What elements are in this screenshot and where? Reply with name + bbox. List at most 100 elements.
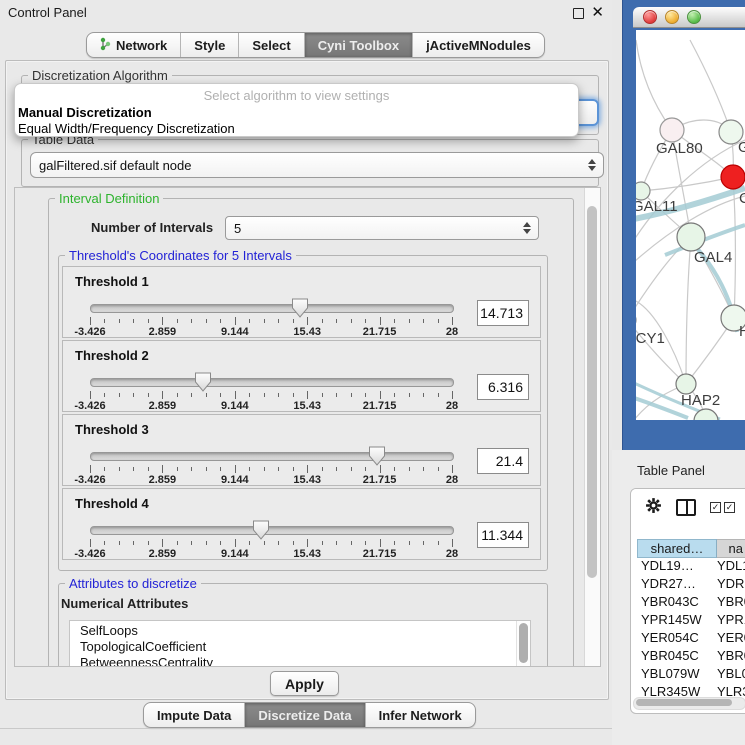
threshold-value-field[interactable]: 11.344: [477, 522, 529, 548]
network-node[interactable]: [660, 118, 684, 142]
threshold-label: Threshold 1: [75, 274, 149, 289]
tick-mark: [220, 319, 221, 323]
attribute-list-item[interactable]: SelfLoops: [80, 623, 530, 639]
zoom-traffic-icon[interactable]: [687, 10, 701, 24]
tick-mark: [322, 541, 323, 545]
tab-cyni-toolbox[interactable]: Cyni Toolbox: [305, 33, 413, 57]
threshold-panel-3: Threshold 3 -3.4262.8599.14415.4321.7152…: [62, 414, 541, 486]
table-row[interactable]: YBL079W YBL0: [637, 666, 745, 684]
checkbox-icon[interactable]: ✓: [710, 502, 721, 513]
tick-mark: [162, 539, 163, 547]
numerical-attributes-list[interactable]: SelfLoopsTopologicalCoefficientBetweenne…: [69, 620, 531, 667]
gear-icon[interactable]: [645, 497, 662, 517]
scrollbar-thumb[interactable]: [636, 699, 732, 706]
scale-label: -3.426: [74, 400, 105, 412]
tick-mark: [162, 391, 163, 399]
tick-mark: [148, 393, 149, 397]
tick-mark: [336, 393, 337, 397]
threshold-slider[interactable]: [90, 304, 454, 313]
scrollbar-thumb[interactable]: [587, 206, 597, 578]
table-row[interactable]: YER054C YER0: [637, 630, 745, 648]
apply-button[interactable]: Apply: [270, 671, 339, 696]
threshold-value-field[interactable]: 14.713: [477, 300, 529, 326]
tick-mark: [452, 465, 453, 473]
control-panel-window: Control Panel ✕ Network Style Select Cyn…: [0, 0, 612, 745]
tick-mark: [249, 541, 250, 545]
tick-mark: [104, 393, 105, 397]
scale-label-row: -3.4262.8599.14415.4321.71528: [90, 326, 452, 338]
interval-definition-group: Interval Definition Number of Intervals …: [48, 198, 574, 667]
algorithm-option-equal-width[interactable]: Equal Width/Frequency Discretization: [15, 121, 578, 137]
tick-mark: [394, 393, 395, 397]
tick-mark: [351, 541, 352, 545]
tab-select[interactable]: Select: [239, 33, 304, 57]
tick-mark: [438, 467, 439, 471]
algorithm-placeholder-option[interactable]: Select algorithm to view settings: [15, 88, 578, 105]
table-row[interactable]: YBR043C YBR0: [637, 594, 745, 612]
tick-mark: [322, 319, 323, 323]
table-row[interactable]: YPR145W YPR1: [637, 612, 745, 630]
threshold-slider[interactable]: [90, 452, 454, 461]
network-view-window[interactable]: GAL80GACGAL11GAL4GCY1HHAP2: [622, 0, 745, 450]
network-canvas[interactable]: GAL80GACGAL11GAL4GCY1HHAP2: [636, 30, 745, 420]
threshold-value-field[interactable]: 6.316: [477, 374, 529, 400]
interval-definition-label: Interval Definition: [55, 191, 163, 206]
tick-mark: [409, 319, 410, 323]
column-header-shared[interactable]: shared…: [637, 539, 717, 558]
column-header-name[interactable]: na: [717, 539, 745, 558]
threshold-slider[interactable]: [90, 526, 454, 535]
threshold-slider[interactable]: [90, 378, 454, 387]
tab-infer-network[interactable]: Infer Network: [366, 703, 475, 727]
minimize-traffic-icon[interactable]: [665, 10, 679, 24]
network-node-label: GAL80: [656, 140, 703, 157]
table-data-combobox[interactable]: galFiltered.sif default node: [30, 152, 604, 178]
scale-label: 21.715: [363, 400, 397, 412]
number-of-intervals-label: Number of Intervals: [91, 220, 213, 235]
table-rows: YDL19… YDL1YDR27… YDR2YBR043C YBR0YPR145…: [637, 558, 745, 699]
algorithm-option-manual[interactable]: Manual Discretization: [15, 105, 578, 121]
network-node[interactable]: [721, 165, 745, 189]
tab-network[interactable]: Network: [87, 33, 181, 57]
tick-mark: [177, 393, 178, 397]
tick-mark: [191, 319, 192, 323]
scale-label: 9.144: [221, 400, 249, 412]
horizontal-scrollbar[interactable]: [633, 697, 745, 710]
network-node[interactable]: [677, 223, 705, 251]
columns-icon[interactable]: [676, 499, 696, 516]
threshold-label: Threshold 2: [75, 348, 149, 363]
tick-mark: [90, 539, 91, 547]
attribute-list-item[interactable]: TopologicalCoefficient: [80, 639, 530, 655]
checkbox-icon[interactable]: ✓: [724, 502, 735, 513]
close-icon[interactable]: ✕: [591, 3, 604, 21]
attribute-list-item[interactable]: BetweennessCentrality: [80, 655, 530, 667]
tick-mark: [177, 467, 178, 471]
tick-mark: [307, 391, 308, 399]
table-row[interactable]: YDR27… YDR2: [637, 576, 745, 594]
tab-jactivemnodules[interactable]: jActiveMNodules: [413, 33, 544, 57]
top-tab-bar: Network Style Select Cyni Toolbox jActiv…: [86, 32, 545, 58]
tick-mark: [423, 467, 424, 471]
tick-mark: [191, 393, 192, 397]
attributes-scrollbar[interactable]: [516, 621, 530, 667]
tab-impute-data[interactable]: Impute Data: [144, 703, 245, 727]
tick-mark: [365, 541, 366, 545]
number-of-intervals-combobox[interactable]: 5: [225, 216, 539, 240]
tick-mark: [264, 467, 265, 471]
tick-mark: [235, 465, 236, 473]
network-window-titlebar[interactable]: [633, 7, 745, 28]
float-window-icon[interactable]: [573, 8, 584, 19]
scale-label: 9.144: [221, 548, 249, 560]
network-edge: [686, 237, 691, 384]
tick-mark: [293, 541, 294, 545]
tab-discretize-data[interactable]: Discretize Data: [245, 703, 365, 727]
table-row[interactable]: YBR045C YBR0: [637, 648, 745, 666]
threshold-value-field[interactable]: 21.4: [477, 448, 529, 474]
scale-label: 21.715: [363, 326, 397, 338]
vertical-scrollbar[interactable]: [584, 188, 600, 666]
tab-style[interactable]: Style: [181, 33, 239, 57]
scale-label: -3.426: [74, 474, 105, 486]
close-traffic-icon[interactable]: [643, 10, 657, 24]
table-row[interactable]: YDL19… YDL1: [637, 558, 745, 576]
tick-row: [90, 391, 452, 400]
network-node[interactable]: [676, 374, 696, 394]
